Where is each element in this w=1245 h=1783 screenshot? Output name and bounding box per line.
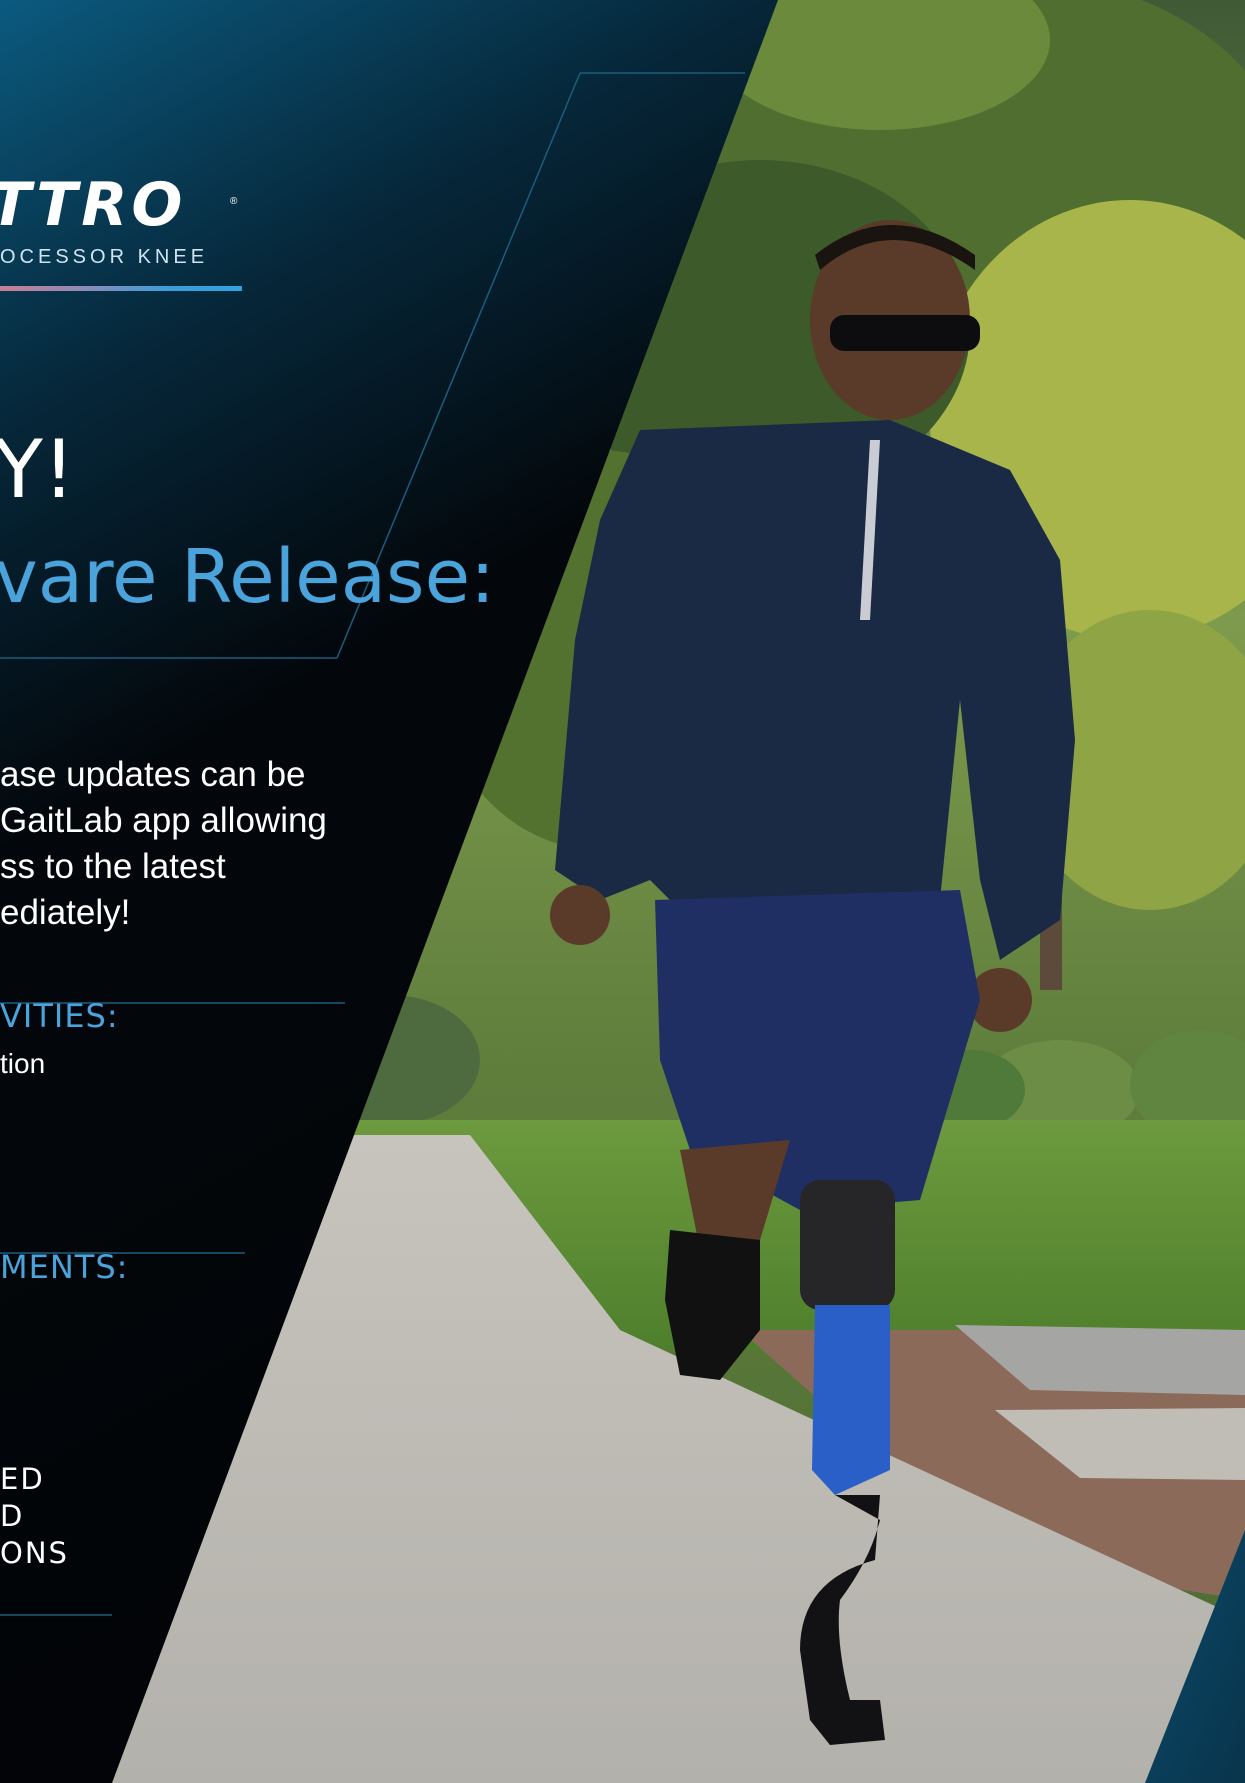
brand-underline	[0, 286, 242, 291]
runner-shirt	[555, 420, 1075, 960]
prosthetic-knee	[812, 1305, 890, 1495]
body-line: ss to the latest	[0, 847, 226, 886]
activity-item: tion	[0, 1048, 46, 1079]
prosthetic-socket	[800, 1180, 895, 1310]
body-line: ase updates can be	[0, 755, 306, 794]
brand-subtitle: OCESSOR KNEE	[0, 246, 209, 268]
brand-logo: TTRO	[0, 170, 187, 240]
ribbon-line: ED	[0, 1462, 45, 1496]
improvements-heading: MENTS:	[0, 1248, 129, 1286]
ribbon-line: D	[0, 1499, 25, 1533]
body-line: ediately!	[0, 893, 131, 932]
registered-mark: ®	[230, 196, 238, 207]
headline-line-1: Y!	[0, 423, 75, 516]
sunglasses	[830, 315, 980, 351]
headline-line-2: vare Release:	[0, 534, 496, 620]
body-paragraph: ase updates can be GaitLab app allowing …	[0, 752, 360, 936]
activities-heading: VITIES:	[0, 997, 119, 1035]
body-line: GaitLab app allowing	[0, 801, 327, 840]
runner-hand-left	[550, 885, 610, 945]
ribbon-line: ONS	[0, 1536, 69, 1570]
